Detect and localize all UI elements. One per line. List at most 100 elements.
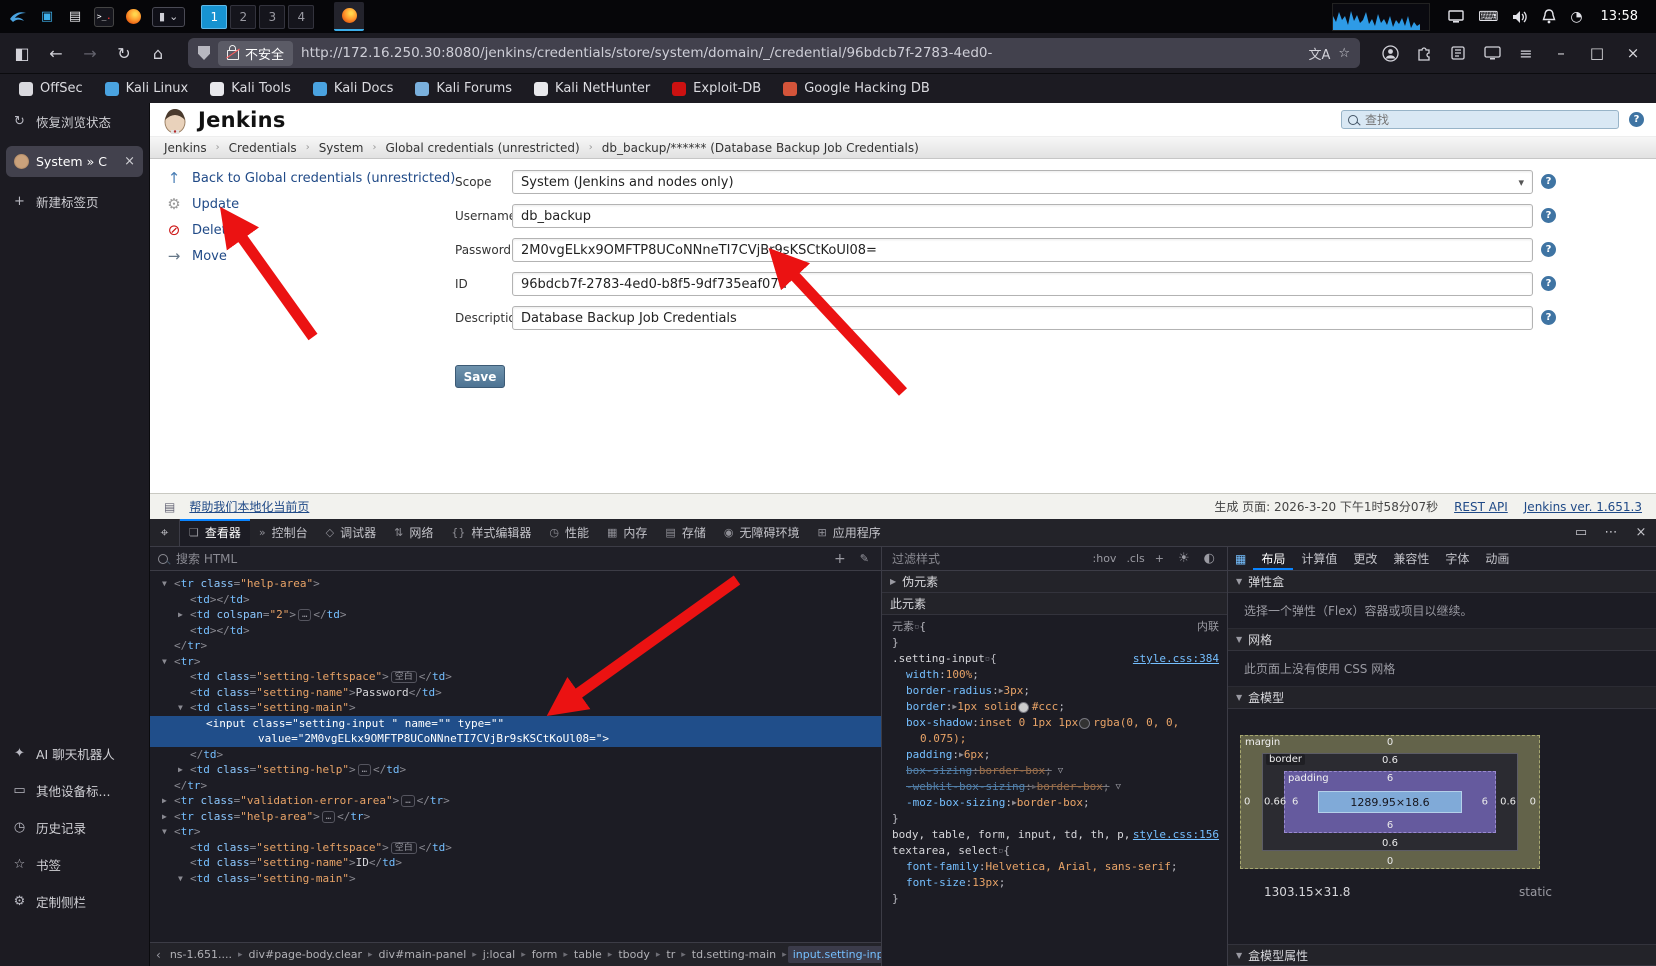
sidebar-tool-item[interactable]: ▭ 其他设备标... (0, 772, 149, 809)
new-tab-item[interactable]: + 新建标签页 (0, 183, 149, 220)
scope-select[interactable]: System (Jenkins and nodes only) ▾ (512, 170, 1533, 194)
box-model-properties-header[interactable]: ▼ 盒模型属性 (1228, 944, 1656, 966)
css-rule-line[interactable]: -moz-box-sizing: ▶ border-box; (882, 795, 1227, 811)
expand-arrow-icon[interactable]: ▶ (178, 762, 190, 778)
overridden-filter-icon[interactable]: ▽ (1116, 779, 1121, 795)
markup-line[interactable]: <td></td> (150, 592, 881, 608)
css-rule-line[interactable]: width: 100%; (882, 667, 1227, 683)
devtools-tab-10[interactable]: ⊞ 应用程序 (808, 519, 889, 546)
task-menu-item[interactable]: ⊘ Delete (164, 217, 464, 243)
node-breadcrumb-item[interactable]: table (569, 946, 607, 963)
tracking-shield-icon[interactable] (198, 46, 210, 60)
node-breadcrumb-item[interactable]: tbody (613, 946, 655, 963)
tab-close-icon[interactable]: × (124, 154, 135, 169)
devtools-tab-1[interactable]: ❏ 查看器 (180, 519, 250, 546)
back-button[interactable]: ← (40, 39, 72, 67)
box-model-diagram[interactable]: 1289.95×18.6 margin border padding 0 0.6 6… (1240, 735, 1540, 869)
bookmark-item[interactable]: OffSec (10, 78, 92, 99)
bookmark-star-icon[interactable]: ☆ (1338, 46, 1350, 61)
library-icon[interactable] (1442, 39, 1474, 67)
volume-icon[interactable] (1512, 10, 1528, 24)
password-field[interactable]: 2M0vgELkx9OMFTP8UCoNNneTI7CVjBr9sKSCtKoU… (512, 238, 1533, 262)
active-tab-item[interactable]: System » C × (6, 146, 143, 177)
breadcrumb-item[interactable]: System (319, 141, 364, 155)
devtools-tab-2[interactable]: » 控制台 (250, 519, 317, 546)
bookmark-item[interactable]: Exploit-DB (663, 78, 770, 99)
node-breadcrumb-item[interactable]: div#page-body.clear (244, 946, 367, 963)
node-breadcrumb-item[interactable]: input.setting-input. (787, 946, 881, 963)
devtools-tab-8[interactable]: ▤ 存储 (656, 519, 714, 546)
breadcrumb-item[interactable]: Global credentials (unrestricted) (385, 141, 579, 155)
expand-arrow-icon[interactable]: ▶ (178, 607, 190, 623)
css-rule-line[interactable]: -webkit-box-sizing: ▶ border-box; ▽ (882, 779, 1227, 795)
markup-line[interactable]: ▶ <td class="setting-help">… </td> (150, 762, 881, 778)
workspace-button[interactable]: 3 (259, 4, 286, 29)
layout-tab-6[interactable]: 动画 (1477, 547, 1517, 570)
rule-source-link[interactable]: style.css:384 (1133, 651, 1219, 667)
box-model-section-header[interactable]: ▼ 盒模型 (1228, 687, 1656, 709)
devtools-close-icon[interactable]: × (1626, 519, 1656, 547)
terminal-app-icon[interactable]: >_. (94, 6, 114, 27)
sidebar-tool-item[interactable]: ◷ 历史记录 (0, 809, 149, 846)
new-node-icon[interactable]: + (830, 551, 850, 567)
jenkins-version-link[interactable]: Jenkins ver. 1.651.3 (1524, 500, 1642, 514)
clock[interactable]: 13:58 (1601, 9, 1638, 24)
expand-arrow-icon[interactable]: ▼ (162, 654, 174, 670)
markup-line[interactable]: ▼ <tr> (150, 824, 881, 840)
markup-line[interactable]: value="2M0vgELkx9OMFTP8UCoNNneTI7CVjBr9s… (150, 731, 881, 747)
layout-tab-4[interactable]: 兼容性 (1385, 547, 1437, 570)
grid-panel-icon[interactable]: ▦ (1228, 552, 1253, 566)
markup-line[interactable]: </tr> (150, 778, 881, 794)
devtools-tab-6[interactable]: ◷ 性能 (540, 519, 598, 546)
scroll-left-icon[interactable]: ‹ (153, 948, 164, 962)
expand-arrow-icon[interactable]: ▼ (162, 824, 174, 840)
css-rule-line[interactable]: textarea, select ▫ { (882, 843, 1227, 859)
search-input[interactable] (1363, 111, 1612, 128)
id-field[interactable]: 96bdcb7f-2783-4ed0-b8f5-9df735eaf07d (512, 272, 1533, 296)
notification-bell-icon[interactable] (1542, 9, 1556, 24)
extensions-icon[interactable] (1408, 39, 1440, 67)
workspace-button[interactable]: 1 (201, 4, 228, 29)
node-breadcrumb-item[interactable]: tr (661, 946, 680, 963)
menu-button[interactable]: ≡ (1510, 39, 1542, 67)
css-rule-line[interactable]: font-family: Helvetica, Arial, sans-seri… (882, 859, 1227, 875)
css-rule-line[interactable]: box-shadow: inset 0 1px 1px rgba(0, 0, 0, (882, 715, 1227, 731)
close-button[interactable]: × (1616, 38, 1650, 68)
bookmark-item[interactable]: Kali NetHunter (525, 78, 659, 99)
css-rule-line[interactable]: } (882, 811, 1227, 827)
field-help-icon[interactable]: ? (1541, 208, 1556, 223)
node-breadcrumb-item[interactable]: j:local (478, 946, 520, 963)
devtools-more-icon[interactable]: ⋯ (1596, 519, 1626, 547)
overridden-filter-icon[interactable]: ▽ (1058, 763, 1063, 779)
css-rule-line[interactable]: body, table, form, input, td, th, p, styl… (882, 827, 1227, 843)
markup-line[interactable]: ▶ <tr class="help-area">… </tr> (150, 809, 881, 825)
field-help-icon[interactable]: ? (1541, 174, 1556, 189)
status-circle-icon[interactable]: ◔ (1570, 9, 1582, 25)
username-field[interactable]: db_backup (512, 204, 1533, 228)
task-menu-item[interactable]: → Move (164, 243, 464, 269)
expand-arrow-icon[interactable]: ▶ (162, 809, 174, 825)
markup-line[interactable]: ▼ <tr> (150, 654, 881, 670)
css-rule-line[interactable]: 0.075); (882, 731, 1227, 747)
node-breadcrumb-item[interactable]: td.setting-main (687, 946, 781, 963)
task-menu-item[interactable]: ↑ Back to Global credentials (unrestricte… (164, 165, 464, 191)
breadcrumb-item[interactable]: Jenkins (164, 141, 207, 155)
layout-tab-1[interactable]: 布局 (1253, 547, 1293, 570)
page-title[interactable]: Jenkins (198, 108, 286, 132)
flexbox-section-header[interactable]: ▼ 弹性盒 (1228, 571, 1656, 593)
css-rule-line[interactable]: box-sizing: border-box; ▽ (882, 763, 1227, 779)
search-help-icon[interactable]: ? (1629, 112, 1644, 127)
expand-arrow-icon[interactable]: ▶ (162, 793, 174, 809)
sidebar-tool-item[interactable]: ✦ AI 聊天机器人 (0, 735, 149, 772)
expand-arrow-icon[interactable]: ▼ (162, 576, 174, 592)
markup-line[interactable]: ▼ <tr class="help-area"> (150, 576, 881, 592)
node-breadcrumb-item[interactable]: ns-1.651.... (165, 946, 237, 963)
security-badge[interactable]: 不安全 (218, 40, 294, 66)
firefox-app-icon[interactable] (124, 8, 142, 26)
bookmark-item[interactable]: Kali Linux (96, 78, 198, 99)
description-field[interactable]: Database Backup Job Credentials (512, 306, 1533, 330)
jenkins-search[interactable] (1341, 110, 1619, 129)
screen-share-icon[interactable] (1476, 39, 1508, 67)
markup-line[interactable]: ▼ <td class="setting-main"> (150, 700, 881, 716)
css-rule-line[interactable]: border-radius: ▶ 3px; (882, 683, 1227, 699)
